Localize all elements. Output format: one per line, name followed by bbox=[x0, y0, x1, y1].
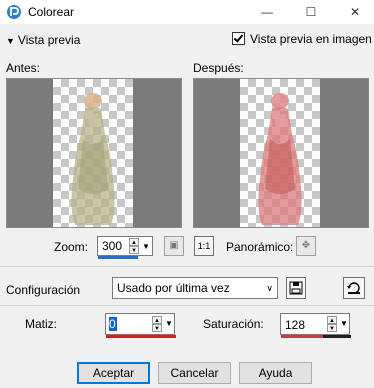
hue-value[interactable]: 0 bbox=[109, 317, 117, 331]
zoom-spinner[interactable]: ▲ ▼ bbox=[129, 238, 139, 254]
before-image bbox=[71, 93, 115, 225]
saturation-spinner[interactable]: ▲ ▼ bbox=[327, 316, 337, 332]
checkbox-box[interactable] bbox=[232, 32, 245, 45]
after-label: Después: bbox=[193, 61, 244, 75]
close-button[interactable]: ✕ bbox=[337, 0, 373, 24]
settings-selected-value: Usado por última vez bbox=[117, 281, 230, 295]
zoom-label: Zoom: bbox=[54, 240, 89, 254]
saturation-color-bar bbox=[281, 335, 351, 338]
reset-button[interactable] bbox=[343, 277, 365, 299]
zoom-1to1-button[interactable]: 1:1 bbox=[194, 236, 214, 256]
window-title: Colorear bbox=[28, 5, 75, 19]
minimize-button[interactable]: — bbox=[249, 0, 285, 24]
settings-label: Configuración bbox=[6, 283, 81, 297]
saturation-dropdown-icon[interactable]: ▼ bbox=[340, 319, 348, 328]
spin-down-icon[interactable]: ▼ bbox=[327, 324, 337, 332]
spin-down-icon[interactable]: ▼ bbox=[129, 246, 139, 254]
hue-color-bar bbox=[106, 335, 176, 338]
spin-down-icon[interactable]: ▼ bbox=[152, 324, 162, 332]
after-image bbox=[258, 93, 302, 225]
divider bbox=[0, 266, 374, 267]
hue-label: Matiz: bbox=[25, 317, 58, 331]
preview-toggle[interactable]: ▼ Vista previa bbox=[6, 33, 80, 47]
ok-button[interactable]: Aceptar bbox=[77, 362, 150, 384]
spin-up-icon[interactable]: ▲ bbox=[129, 238, 139, 246]
zoom-fit-button[interactable]: ▣ bbox=[164, 236, 184, 256]
save-icon bbox=[289, 281, 303, 295]
zoom-1to1-icon: 1:1 bbox=[197, 241, 211, 251]
hue-dropdown-icon[interactable]: ▼ bbox=[165, 319, 173, 328]
reset-icon bbox=[347, 282, 360, 294]
before-label: Antes: bbox=[6, 61, 41, 75]
saturation-input[interactable]: 128 ▲ ▼ ▼ bbox=[280, 313, 351, 338]
settings-select[interactable]: Usado por última vez ∨ bbox=[112, 277, 278, 299]
zoom-fit-icon: ▣ bbox=[169, 240, 179, 251]
spin-up-icon[interactable]: ▲ bbox=[152, 316, 162, 324]
divider bbox=[0, 305, 374, 306]
title-bar: Colorear — ☐ ✕ bbox=[0, 0, 374, 24]
saturation-label: Saturación: bbox=[203, 317, 264, 331]
paintshop-app-icon bbox=[7, 5, 21, 19]
triangle-down-icon: ▼ bbox=[6, 36, 15, 46]
pan-label: Panorámico: bbox=[226, 240, 294, 254]
saturation-value: 128 bbox=[285, 318, 306, 332]
preview-toggle-label: Vista previa bbox=[17, 33, 81, 47]
before-preview[interactable] bbox=[6, 78, 182, 228]
save-preset-button[interactable] bbox=[286, 277, 306, 299]
zoom-value: 300 bbox=[102, 239, 123, 253]
help-button[interactable]: Ayuda bbox=[239, 362, 312, 384]
zoom-input[interactable]: 300 ▲ ▼ ▼ bbox=[97, 236, 153, 259]
zoom-dropdown-icon[interactable]: ▼ bbox=[142, 242, 150, 251]
chevron-down-icon[interactable]: ∨ bbox=[266, 283, 273, 294]
preview-on-image-label: Vista previa en imagen bbox=[250, 32, 372, 46]
hue-input[interactable]: 0 ▲ ▼ ▼ bbox=[105, 313, 176, 338]
maximize-button[interactable]: ☐ bbox=[293, 0, 329, 24]
pan-button[interactable]: ✥ bbox=[296, 236, 316, 256]
checkmark-icon bbox=[233, 32, 244, 43]
spin-up-icon[interactable]: ▲ bbox=[327, 316, 337, 324]
zoom-level-bar bbox=[98, 256, 138, 259]
hue-spinner[interactable]: ▲ ▼ bbox=[152, 316, 162, 332]
cancel-button[interactable]: Cancelar bbox=[158, 362, 231, 384]
after-preview[interactable] bbox=[193, 78, 369, 228]
move-icon: ✥ bbox=[301, 240, 311, 251]
